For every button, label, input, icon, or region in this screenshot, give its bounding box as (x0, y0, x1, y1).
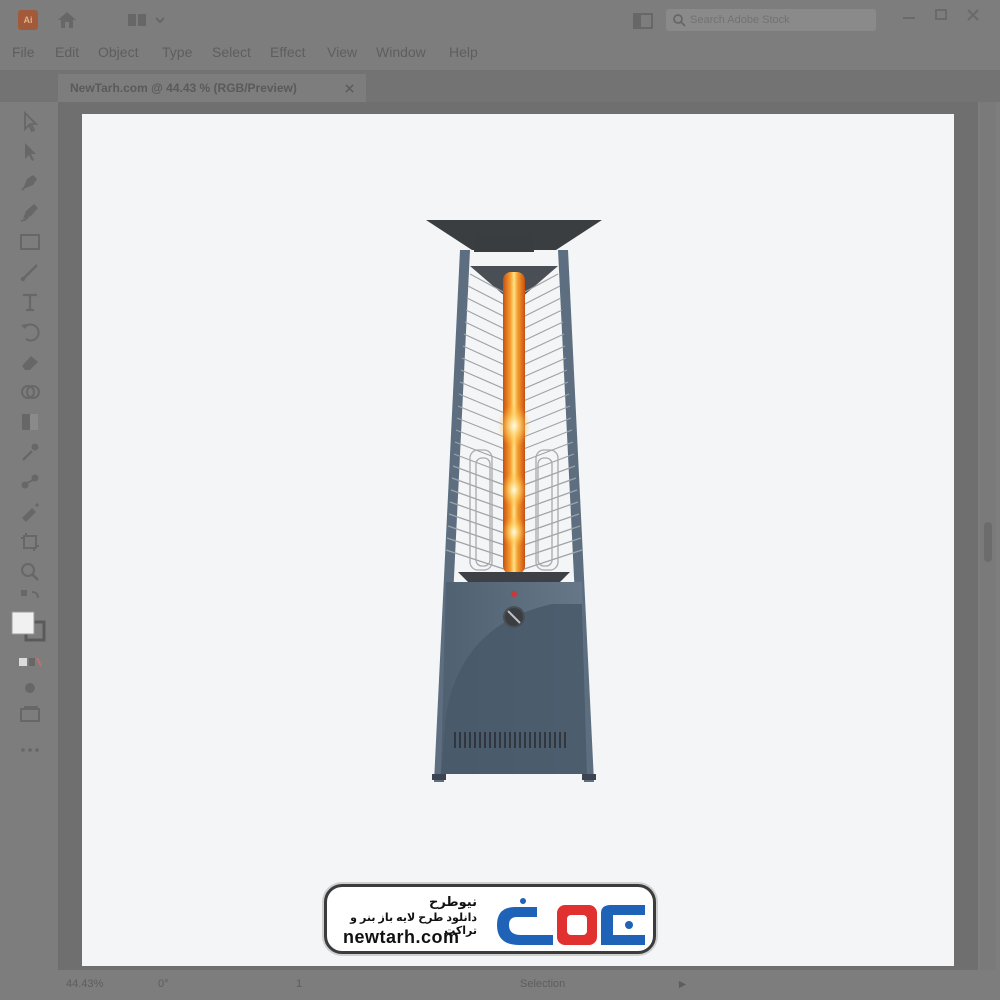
artboard[interactable] (82, 114, 954, 966)
swap-colors-icon (21, 590, 39, 599)
close-tab-icon[interactable] (345, 84, 354, 93)
close-icon[interactable] (962, 6, 984, 24)
fill-stroke-icon (11, 611, 46, 642)
menu-file[interactable]: File (12, 44, 35, 60)
symbol-sprayer-icon (22, 503, 39, 522)
fill-stroke-swatches[interactable] (10, 610, 50, 644)
direct-selection-tool[interactable] (18, 140, 42, 164)
play-icon[interactable] (678, 980, 687, 989)
gradient-tool[interactable] (18, 410, 42, 434)
menu-help[interactable]: Help (449, 44, 478, 60)
newtarh-logo (497, 898, 645, 945)
watermark-badge: نیوطرح دانلود طرح لایه باز بنر و تراکت n… (324, 884, 656, 954)
zoom-icon (21, 563, 39, 581)
status-bar: 44.43% 0° 1 Selection (0, 970, 1000, 1000)
shape-builder-icon (21, 385, 40, 399)
app-logo: Ai (18, 10, 38, 30)
search-input[interactable] (690, 12, 870, 28)
pen-icon (21, 175, 37, 191)
more-tools-icon (21, 748, 39, 752)
direct-selection-icon (25, 143, 36, 161)
eraser-icon (22, 356, 38, 370)
canvas-area[interactable] (58, 102, 978, 970)
artboard-tool[interactable] (18, 530, 42, 554)
curvature-icon (20, 204, 38, 222)
draw-mode-tool[interactable] (18, 676, 42, 700)
gradient-icon (22, 414, 38, 430)
type-icon (23, 293, 37, 312)
eyedropper-tool[interactable] (18, 440, 42, 464)
menu-edit[interactable]: Edit (55, 44, 79, 60)
blend-tool[interactable] (18, 470, 42, 494)
patio-heater-illustration[interactable] (82, 114, 954, 966)
eraser-tool[interactable] (18, 350, 42, 374)
rectangle-tool[interactable] (18, 230, 42, 254)
menu-view[interactable]: View (327, 44, 357, 60)
current-tool-mode: Selection (520, 978, 566, 990)
menu-select[interactable]: Select (212, 44, 251, 60)
artboard-icon (21, 533, 39, 551)
swap-colors-tool[interactable] (18, 586, 42, 610)
screen-mode-tool[interactable] (18, 702, 42, 726)
illustrator-window: Ai File Edit Object Type Select (0, 0, 1000, 1000)
artboard-number[interactable]: 1 (296, 978, 302, 990)
paintbrush-icon (20, 264, 38, 282)
menu-effect[interactable]: Effect (270, 44, 306, 60)
search-field[interactable] (666, 9, 876, 31)
rotate-icon (21, 323, 40, 342)
menu-object[interactable]: Object (98, 44, 138, 60)
eyedropper-icon (22, 443, 39, 461)
tools-panel (0, 102, 58, 970)
vertical-scrollbar[interactable] (980, 102, 996, 970)
zoom-level[interactable]: 44.43% (66, 978, 103, 990)
selection-tool[interactable] (18, 110, 42, 134)
symbol-sprayer-tool[interactable] (18, 500, 42, 524)
selection-icon (24, 110, 39, 133)
rotation-angle[interactable]: 0° (158, 978, 169, 990)
document-tab-strip: NewTarh.com @ 44.43 % (RGB/Preview) (0, 70, 1000, 102)
menu-bar: File Edit Object Type Select Effect View… (0, 40, 1000, 66)
menu-window[interactable]: Window (376, 44, 426, 60)
paintbrush-tool[interactable] (18, 260, 42, 284)
home-icon[interactable] (56, 10, 78, 30)
watermark-url: newtarh.com (343, 927, 460, 947)
type-tool[interactable] (18, 290, 42, 314)
blend-icon (21, 474, 39, 489)
scrollbar-thumb[interactable] (984, 522, 992, 562)
shape-builder-tool[interactable] (18, 380, 42, 404)
document-tab-title: NewTarh.com @ 44.43 % (RGB/Preview) (70, 81, 297, 95)
watermark-title: نیوطرح (428, 894, 477, 909)
curvature-tool[interactable] (18, 200, 42, 224)
arrange-documents-icon[interactable] (632, 12, 654, 30)
menu-type[interactable]: Type (162, 44, 192, 60)
title-bar: Ai (0, 0, 1000, 40)
rectangle-icon (20, 234, 40, 250)
maximize-icon[interactable] (930, 6, 952, 24)
rotate-tool[interactable] (18, 320, 42, 344)
document-tab[interactable]: NewTarh.com @ 44.43 % (RGB/Preview) (58, 74, 366, 102)
pen-tool[interactable] (18, 170, 42, 194)
search-icon (673, 14, 686, 27)
color-mode-tool[interactable] (18, 650, 42, 674)
color-mode-icon (19, 657, 42, 667)
zoom-tool[interactable] (18, 560, 42, 584)
minimize-icon[interactable] (898, 6, 920, 24)
workspace-switcher-icon[interactable] (126, 12, 166, 28)
more-tools-button[interactable] (18, 738, 42, 762)
draw-mode-icon (25, 683, 35, 693)
screen-mode-icon (20, 706, 40, 722)
